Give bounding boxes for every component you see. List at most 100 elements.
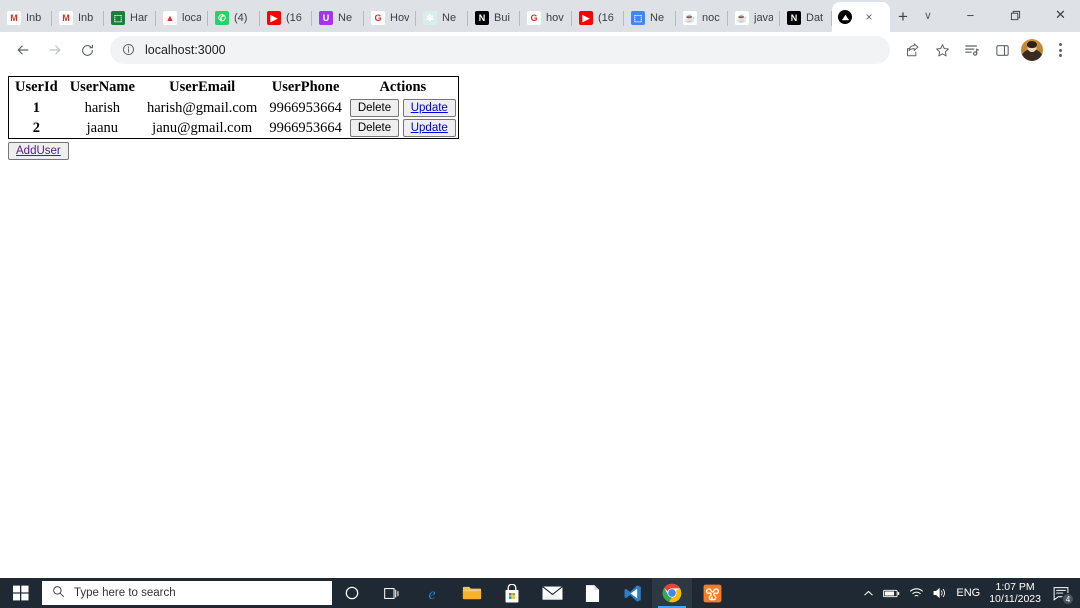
- notion-dark-icon: N: [787, 11, 801, 25]
- back-button[interactable]: [8, 35, 38, 65]
- google-search-icon: G: [527, 11, 541, 25]
- page-content: UserId UserName UserEmail UserPhone Acti…: [0, 68, 1080, 578]
- whatsapp-icon: ✆: [215, 11, 229, 25]
- table-row: 1 harish harish@gmail.com 9966953664 Del…: [9, 98, 459, 118]
- tab-7[interactable]: G Hov: [364, 4, 416, 32]
- clock[interactable]: 1:07 PM 10/11/2023: [989, 581, 1041, 605]
- search-input[interactable]: Type here to search: [42, 581, 332, 605]
- tab-label: Inb: [26, 12, 42, 24]
- delete-button[interactable]: Delete: [349, 99, 400, 117]
- edge-icon[interactable]: e: [412, 578, 452, 608]
- profile-avatar[interactable]: [1018, 36, 1046, 64]
- windows-taskbar: Type here to search e ENG 1:07 PM 10/11/…: [0, 578, 1080, 608]
- window-controls: ∨ − ✕: [908, 0, 1080, 32]
- chrome-menu-icon[interactable]: [1048, 36, 1072, 64]
- url-text: localhost:3000: [145, 43, 226, 57]
- battery-icon[interactable]: [883, 588, 900, 599]
- reload-button[interactable]: [72, 35, 102, 65]
- youtube-icon: ▶: [267, 11, 281, 25]
- tab-5[interactable]: ▶ (16: [260, 4, 312, 32]
- cortana-icon[interactable]: [332, 578, 372, 608]
- new-tab-button[interactable]: +: [898, 3, 908, 31]
- cell-useremail: janu@gmail.com: [152, 119, 253, 136]
- col-useremail: UserEmail: [169, 79, 236, 95]
- forward-button[interactable]: [40, 35, 70, 65]
- share-icon[interactable]: [898, 36, 926, 64]
- add-user-button[interactable]: AddUser: [8, 142, 69, 160]
- tab-2[interactable]: ⬚ Har: [104, 4, 156, 32]
- mail-icon[interactable]: [532, 578, 572, 608]
- table-header: UserId UserName UserEmail UserPhone Acti…: [9, 77, 459, 99]
- site-info-icon[interactable]: [122, 43, 136, 57]
- tab-label: Dat: [806, 12, 824, 24]
- speaker-icon[interactable]: [933, 587, 947, 599]
- java-icon: ☕: [735, 11, 749, 25]
- tab-1[interactable]: M Inb: [52, 4, 104, 32]
- youtube-icon: ▶: [579, 11, 593, 25]
- tab-3[interactable]: ▲ loca: [156, 4, 208, 32]
- add-user-link[interactable]: AddUser: [16, 145, 61, 157]
- start-button[interactable]: [0, 578, 42, 608]
- close-window-button[interactable]: ✕: [1038, 0, 1080, 30]
- tab-14[interactable]: ☕ java: [728, 4, 780, 32]
- tab-label: loca: [182, 12, 201, 24]
- microsoft-store-icon[interactable]: [492, 578, 532, 608]
- tab-8[interactable]: ✻ Ne: [416, 4, 468, 32]
- tab-9[interactable]: N Bui: [468, 4, 520, 32]
- gmail-icon: M: [59, 11, 73, 25]
- tab-10[interactable]: Ghov: [520, 4, 572, 32]
- user-table: UserId UserName UserEmail UserPhone Acti…: [8, 76, 459, 139]
- tab-label: (16: [286, 12, 302, 24]
- cell-userphone: 9966953664: [269, 99, 342, 116]
- tab-13[interactable]: ☕ noc: [676, 4, 728, 32]
- minimize-button[interactable]: −: [948, 0, 993, 30]
- delete-button[interactable]: Delete: [349, 119, 400, 137]
- tab-12[interactable]: ⬚ Ne: [624, 4, 676, 32]
- tab-11[interactable]: ▶ (16: [572, 4, 624, 32]
- tab-search-icon[interactable]: ∨: [908, 0, 948, 30]
- chrome-icon[interactable]: [652, 578, 692, 608]
- notepad-icon[interactable]: [572, 578, 612, 608]
- docs-blue-icon: ⬚: [631, 11, 645, 25]
- clock-date: 10/11/2023: [989, 593, 1041, 605]
- xampp-icon[interactable]: [692, 578, 732, 608]
- tab-label: Inb: [78, 12, 94, 24]
- tab-label: Ne: [442, 12, 457, 24]
- browser-window: M Inb M Inb ⬚ Har ▲ loca ✆ (4) ▶ (16 U Ne G Hov ✻ Ne N Bui G…: [0, 0, 1080, 578]
- tab-15[interactable]: N Dat: [780, 4, 832, 32]
- tab-0[interactable]: M Inb: [0, 4, 52, 32]
- file-explorer-icon[interactable]: [452, 578, 492, 608]
- tab-label: noc: [702, 12, 720, 24]
- maximize-button[interactable]: [993, 0, 1038, 30]
- update-link[interactable]: Update: [411, 122, 448, 134]
- cell-useremail: harish@gmail.com: [146, 99, 258, 116]
- address-bar[interactable]: localhost:3000: [110, 36, 890, 64]
- tab-6[interactable]: U Ne: [312, 4, 364, 32]
- notification-center-icon[interactable]: 4: [1050, 582, 1074, 605]
- grammarly-icon: G: [371, 11, 385, 25]
- gmail-icon: M: [7, 11, 21, 25]
- avatar: [1021, 39, 1043, 61]
- cell-userphone: 9966953664: [269, 119, 342, 136]
- vercel-icon: [838, 10, 852, 24]
- update-link[interactable]: Update: [411, 102, 448, 114]
- update-button[interactable]: Update: [402, 119, 456, 137]
- active-tab[interactable]: ×: [832, 2, 890, 32]
- task-view-icon[interactable]: [372, 578, 412, 608]
- show-hidden-icons[interactable]: [863, 588, 874, 599]
- search-icon: [52, 585, 65, 601]
- vscode-icon[interactable]: [612, 578, 652, 608]
- udemy-icon: U: [319, 11, 333, 25]
- close-icon[interactable]: ×: [862, 10, 876, 24]
- side-panel-icon[interactable]: [988, 36, 1016, 64]
- language-indicator[interactable]: ENG: [956, 587, 980, 599]
- tab-label: Bui: [494, 12, 510, 24]
- bookmark-star-icon[interactable]: [928, 36, 956, 64]
- col-username: UserName: [69, 79, 135, 95]
- wifi-icon[interactable]: [909, 587, 924, 599]
- col-userid: UserId: [15, 79, 58, 95]
- cell-userid: 2: [32, 119, 40, 136]
- tab-4[interactable]: ✆ (4): [208, 4, 260, 32]
- reading-list-icon[interactable]: [958, 36, 986, 64]
- update-button[interactable]: Update: [402, 99, 456, 117]
